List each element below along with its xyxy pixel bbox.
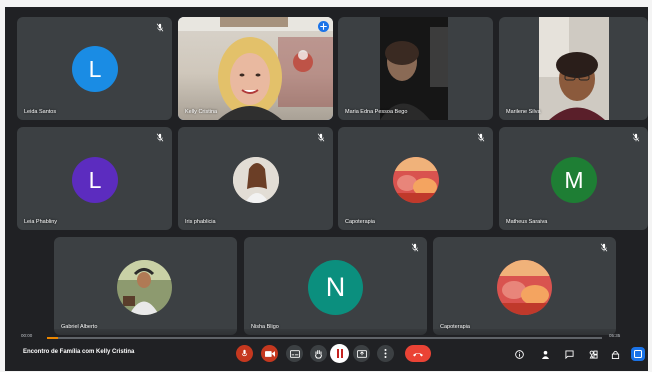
captions-button[interactable] bbox=[286, 345, 303, 362]
more-options-button[interactable] bbox=[377, 345, 394, 362]
participant-name: Iris phablicia bbox=[185, 219, 216, 225]
capoterapia-photo bbox=[393, 157, 439, 203]
avatar: N bbox=[308, 260, 363, 315]
present-button[interactable] bbox=[353, 345, 370, 362]
avatar: L bbox=[72, 157, 118, 203]
hand-icon bbox=[315, 349, 322, 359]
captions-icon bbox=[289, 349, 300, 358]
gabriel-photo bbox=[117, 260, 172, 315]
capoterapia-photo bbox=[497, 260, 552, 315]
progress-fill bbox=[47, 337, 59, 339]
mic-muted-icon bbox=[632, 133, 640, 142]
maria-video-frame bbox=[380, 17, 448, 120]
mic-muted-icon bbox=[600, 243, 608, 252]
participant-video bbox=[539, 17, 609, 120]
participant-tile-marilene[interactable]: Marilene Silva bbox=[499, 17, 648, 120]
participant-tile-nisha[interactable]: N Nisha Bligo bbox=[244, 237, 427, 335]
participant-name: Leia Phabliny bbox=[24, 219, 58, 225]
mic-button[interactable] bbox=[236, 345, 253, 362]
avatar-photo bbox=[497, 260, 552, 315]
avatar-photo bbox=[233, 157, 279, 203]
more-vert-icon bbox=[384, 349, 387, 358]
mic-muted-icon bbox=[156, 23, 164, 32]
participant-tile-leida[interactable]: L Leida Santos bbox=[17, 17, 172, 120]
people-icon[interactable] bbox=[541, 350, 550, 359]
hand-button[interactable] bbox=[310, 345, 327, 362]
participant-tile-capoterapia-2[interactable]: Capoterapia bbox=[433, 237, 616, 335]
fullscreen-icon bbox=[634, 350, 642, 358]
avatar: M bbox=[551, 157, 597, 203]
iris-photo bbox=[233, 157, 279, 203]
participant-tile-capoterapia[interactable]: Capoterapia bbox=[338, 127, 493, 230]
activities-icon[interactable] bbox=[589, 350, 598, 359]
chat-icon[interactable] bbox=[565, 350, 574, 359]
participant-name: Matheus Saraiva bbox=[506, 219, 548, 225]
phone-hangup-icon bbox=[413, 352, 423, 356]
participant-name: Capoterapia bbox=[345, 219, 375, 225]
participant-name: Kelly Cristina bbox=[185, 109, 218, 115]
participant-video bbox=[380, 17, 448, 120]
mic-icon bbox=[241, 349, 248, 357]
camera-icon bbox=[264, 350, 275, 357]
participant-video bbox=[178, 17, 333, 120]
participant-name: Maria Edna Pessoa Bego bbox=[345, 109, 408, 115]
mic-muted-icon bbox=[317, 133, 325, 142]
participant-tile-gabriel[interactable]: Gabriel Alberto bbox=[54, 237, 237, 335]
bottom-control-bar: 00:00 05:35 Encontro de Família com Kell… bbox=[5, 329, 648, 371]
avatar-photo bbox=[117, 260, 172, 315]
participant-tile-kelly[interactable]: Kelly Cristina bbox=[178, 17, 333, 120]
avatar: L bbox=[72, 46, 118, 92]
end-call-button[interactable] bbox=[405, 345, 431, 362]
info-icon[interactable] bbox=[515, 350, 524, 359]
total-time: 05:35 bbox=[609, 333, 621, 338]
pause-button[interactable] bbox=[330, 344, 349, 363]
current-time: 00:00 bbox=[21, 333, 33, 338]
lock-icon[interactable] bbox=[611, 350, 620, 359]
meet-window: L Leida Santos Kelly Cristina Maria Edna… bbox=[5, 7, 648, 371]
participant-tile-matheus[interactable]: M Matheus Saraiva bbox=[499, 127, 648, 230]
participant-tile-iris[interactable]: Iris phablicia bbox=[178, 127, 333, 230]
participant-name: Marilene Silva bbox=[506, 109, 541, 115]
pin-icon[interactable] bbox=[318, 21, 329, 32]
participant-name: Leida Santos bbox=[24, 109, 57, 115]
mic-muted-icon bbox=[411, 243, 419, 252]
marilene-video-frame bbox=[539, 17, 609, 120]
camera-button[interactable] bbox=[261, 345, 278, 362]
progress-bar[interactable] bbox=[47, 337, 602, 339]
kelly-video-frame bbox=[178, 17, 333, 120]
present-icon bbox=[356, 349, 367, 358]
meeting-title: Encontro de Família com Kelly Cristina bbox=[23, 349, 135, 355]
participant-tile-maria[interactable]: Maria Edna Pessoa Bego bbox=[338, 17, 493, 120]
mic-muted-icon bbox=[156, 133, 164, 142]
avatar-photo bbox=[393, 157, 439, 203]
pause-icon bbox=[336, 349, 343, 358]
participant-tile-leia[interactable]: L Leia Phabliny bbox=[17, 127, 172, 230]
fullscreen-button[interactable] bbox=[631, 347, 645, 361]
mic-muted-icon bbox=[477, 133, 485, 142]
